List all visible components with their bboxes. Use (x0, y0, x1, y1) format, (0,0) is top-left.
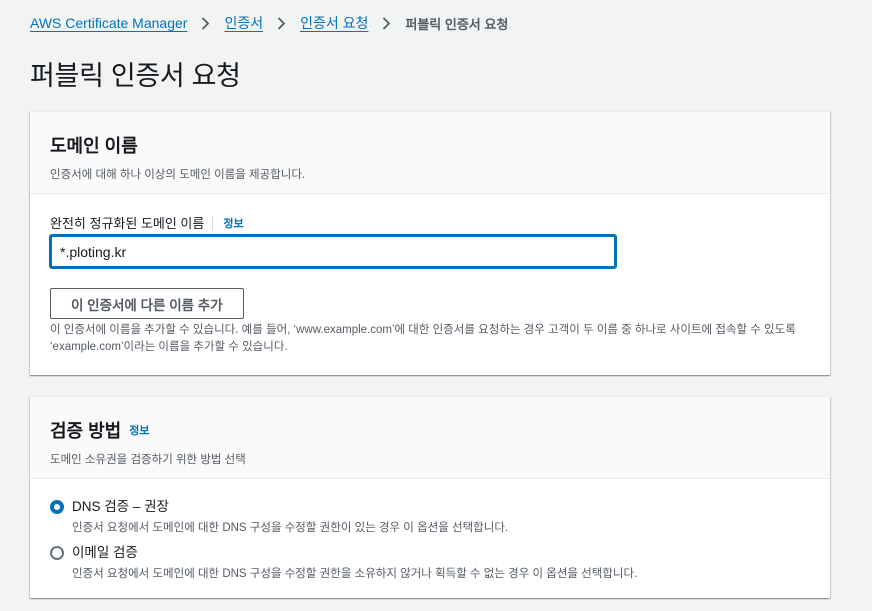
fqdn-info-link[interactable]: 정보 (223, 215, 243, 231)
fqdn-field-label-row: 완전히 정규화된 도메인 이름 정보 (50, 213, 244, 232)
validation-method-heading: 검증 방법 정보 (50, 417, 810, 443)
breadcrumb-link-request-certificate[interactable]: 인증서 요청 (300, 13, 368, 33)
help-text-line: 이 인증서에 이름을 추가할 수 있습니다. 예를 들어, ‘www.examp… (50, 324, 796, 336)
validation-method-title: 검증 방법 (50, 421, 122, 441)
add-name-help-text: 이 인증서에 이름을 추가할 수 있습니다. 예를 들어, ‘www.examp… (50, 322, 810, 356)
domain-name-panel: 도메인 이름 인증서에 대해 하나 이상의 도메인 이름을 제공합니다. 완전히… (30, 111, 830, 375)
chevron-right-icon (201, 16, 210, 30)
radio-description-dns: 인증서 요청에서 도메인에 대한 DNS 구성을 수정할 권한이 있는 경우 이… (72, 522, 509, 534)
radio-button-email[interactable] (50, 546, 64, 560)
page-title: 퍼블릭 인증서 요청 (30, 61, 241, 91)
label-divider (212, 215, 214, 230)
domain-name-heading: 도메인 이름 (50, 136, 138, 156)
validation-method-panel-header: 검증 방법 정보 도메인 소유권을 검증하기 위한 방법 선택 (30, 397, 830, 479)
radio-text: DNS 검증 – 권장 인증서 요청에서 도메인에 대한 DNS 구성을 수정할… (72, 497, 508, 535)
breadcrumb-current: 퍼블릭 인증서 요청 (405, 16, 509, 32)
radio-button-dns[interactable] (50, 500, 64, 514)
radio-label-email: 이메일 검증 (72, 545, 138, 560)
radio-description-email: 인증서 요청에서 도메인에 대한 DNS 구성을 수정할 권한을 소유하지 않거… (72, 568, 638, 580)
domain-name-description: 인증서에 대해 하나 이상의 도메인 이름을 제공합니다. (50, 169, 306, 181)
breadcrumb-link-acm[interactable]: AWS Certificate Manager (30, 15, 187, 31)
chevron-right-icon (277, 16, 286, 30)
radio-option-email[interactable]: 이메일 검증 인증서 요청에서 도메인에 대한 DNS 구성을 수정할 권한을 … (50, 543, 637, 581)
radio-option-dns[interactable]: DNS 검증 – 권장 인증서 요청에서 도메인에 대한 DNS 구성을 수정할… (50, 497, 508, 535)
radio-label-dns: DNS 검증 – 권장 (72, 499, 169, 514)
fqdn-field: 완전히 정규화된 도메인 이름 정보 (50, 213, 244, 232)
domain-name-panel-header: 도메인 이름 인증서에 대해 하나 이상의 도메인 이름을 제공합니다. (30, 112, 830, 194)
validation-method-description: 도메인 소유권을 검증하기 위한 방법 선택 (50, 454, 246, 466)
radio-text: 이메일 검증 인증서 요청에서 도메인에 대한 DNS 구성을 수정할 권한을 … (72, 543, 637, 581)
validation-info-link[interactable]: 정보 (129, 422, 149, 438)
breadcrumb: AWS Certificate Manager 인증서 인증서 요청 퍼블릭 인… (30, 13, 508, 33)
fqdn-label: 완전히 정규화된 도메인 이름 (50, 216, 205, 231)
breadcrumb-link-certificates[interactable]: 인증서 (224, 13, 263, 33)
help-text-line: ‘example.com’이라는 이름을 추가할 수 있습니다. (50, 341, 288, 353)
add-another-name-button[interactable]: 이 인증서에 다른 이름 추가 (50, 288, 244, 319)
chevron-right-icon (382, 16, 391, 30)
validation-method-panel: 검증 방법 정보 도메인 소유권을 검증하기 위한 방법 선택 DNS 검증 –… (30, 396, 830, 598)
fqdn-input[interactable] (50, 235, 616, 268)
